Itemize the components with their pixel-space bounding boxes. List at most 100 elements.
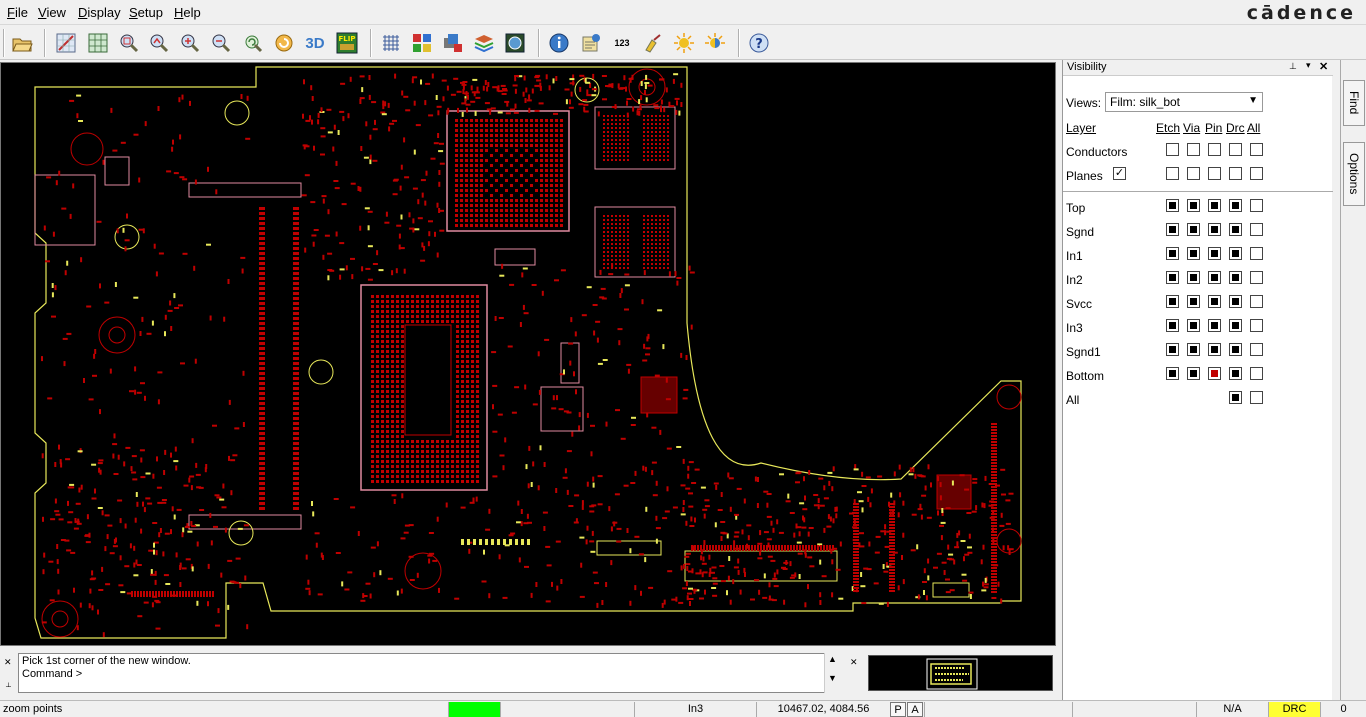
- layer-in2-checkbox-1[interactable]: [1187, 271, 1200, 284]
- layer-sgnd-checkbox-2[interactable]: [1208, 223, 1221, 236]
- console-scrollbar[interactable]: ▲ ▼: [824, 653, 840, 693]
- flip-icon[interactable]: FLIP: [334, 30, 360, 56]
- zoom-fit-icon[interactable]: [53, 30, 79, 56]
- layer-sgnd1-checkbox-4[interactable]: [1250, 343, 1263, 356]
- layer-bottom-checkbox-4[interactable]: [1250, 367, 1263, 380]
- layer-in1-checkbox-4[interactable]: [1250, 247, 1263, 260]
- zoom-window-icon[interactable]: [116, 30, 142, 56]
- layer-svcc-checkbox-3[interactable]: [1229, 295, 1242, 308]
- console-pin-icon[interactable]: ┴: [6, 684, 11, 691]
- menu-help[interactable]: Help: [174, 5, 201, 20]
- color-icon[interactable]: [409, 30, 435, 56]
- dropdown-icon[interactable]: ▾: [1306, 60, 1311, 71]
- conductors-checkbox-1[interactable]: [1187, 143, 1200, 156]
- scroll-up-icon[interactable]: ▲: [825, 653, 840, 666]
- status-p-button[interactable]: P: [890, 702, 906, 717]
- pcb-canvas[interactable]: [0, 62, 1056, 646]
- close-icon[interactable]: ✕: [1319, 60, 1328, 73]
- layer-bottom-checkbox-0[interactable]: [1166, 367, 1179, 380]
- layer-in3-checkbox-2[interactable]: [1208, 319, 1221, 332]
- open-icon[interactable]: [9, 30, 35, 56]
- layer-in2-checkbox-4[interactable]: [1250, 271, 1263, 284]
- zoom-in-icon[interactable]: [177, 30, 203, 56]
- via-header[interactable]: Via: [1183, 121, 1200, 135]
- measure-icon[interactable]: [578, 30, 604, 56]
- menu-file[interactable]: File: [7, 5, 28, 20]
- conductors-checkbox-2[interactable]: [1208, 143, 1221, 156]
- menu-setup[interactable]: Setup: [129, 5, 163, 20]
- zoom-prev-icon[interactable]: [146, 30, 172, 56]
- planes-checkbox-3[interactable]: [1229, 167, 1242, 180]
- numbers-icon[interactable]: 123: [609, 30, 635, 56]
- layer-in1-checkbox-1[interactable]: [1187, 247, 1200, 260]
- conductors-checkbox-0[interactable]: [1166, 143, 1179, 156]
- layer-sgnd1-checkbox-0[interactable]: [1166, 343, 1179, 356]
- menu-display[interactable]: Display: [78, 5, 121, 20]
- grid-icon[interactable]: [378, 30, 404, 56]
- layer-top-checkbox-2[interactable]: [1208, 199, 1221, 212]
- help-icon[interactable]: ?: [746, 30, 772, 56]
- layer-top-checkbox-1[interactable]: [1187, 199, 1200, 212]
- conductors-checkbox-4[interactable]: [1250, 143, 1263, 156]
- tab-find[interactable]: Find: [1343, 80, 1365, 126]
- planes-checkbox[interactable]: ✓: [1113, 167, 1126, 180]
- layer-top-checkbox-0[interactable]: [1166, 199, 1179, 212]
- layer-svcc-checkbox-2[interactable]: [1208, 295, 1221, 308]
- layer-in2-checkbox-0[interactable]: [1166, 271, 1179, 284]
- layer-in1-checkbox-3[interactable]: [1229, 247, 1242, 260]
- clean-icon[interactable]: [640, 30, 666, 56]
- info-icon[interactable]: [546, 30, 572, 56]
- layer-in2-checkbox-3[interactable]: [1229, 271, 1242, 284]
- layer-in3-checkbox-0[interactable]: [1166, 319, 1179, 332]
- worldview-close-icon[interactable]: ✕: [850, 657, 858, 668]
- pin-header[interactable]: Pin: [1205, 121, 1222, 135]
- planes-checkbox-2[interactable]: [1208, 167, 1221, 180]
- 3d-view-icon[interactable]: 3D: [302, 30, 328, 56]
- all-header[interactable]: All: [1247, 121, 1260, 135]
- tab-options[interactable]: Options: [1343, 142, 1365, 206]
- all-all-checkbox[interactable]: [1250, 391, 1263, 404]
- layer-in3-checkbox-4[interactable]: [1250, 319, 1263, 332]
- status-a-button[interactable]: A: [907, 702, 923, 717]
- planes-checkbox-0[interactable]: [1166, 167, 1179, 180]
- drc-header[interactable]: Drc: [1226, 121, 1245, 135]
- scroll-down-icon[interactable]: ▼: [825, 666, 840, 690]
- layer-svcc-checkbox-4[interactable]: [1250, 295, 1263, 308]
- layer-in2-checkbox-2[interactable]: [1208, 271, 1221, 284]
- layer-sgnd1-checkbox-3[interactable]: [1229, 343, 1242, 356]
- zoom-out-icon[interactable]: [208, 30, 234, 56]
- layer-top-checkbox-3[interactable]: [1229, 199, 1242, 212]
- layer-in3-checkbox-3[interactable]: [1229, 319, 1242, 332]
- all-drc-checkbox[interactable]: [1229, 391, 1242, 404]
- sun-icon[interactable]: [671, 30, 697, 56]
- layer-sgnd1-checkbox-2[interactable]: [1208, 343, 1221, 356]
- layer-in3-checkbox-1[interactable]: [1187, 319, 1200, 332]
- layer-sgnd-checkbox-0[interactable]: [1166, 223, 1179, 236]
- etch-header[interactable]: Etch: [1156, 121, 1180, 135]
- planes-checkbox-4[interactable]: [1250, 167, 1263, 180]
- layer-sgnd-checkbox-3[interactable]: [1229, 223, 1242, 236]
- zoom-grid-icon[interactable]: [85, 30, 111, 56]
- layer-in1-checkbox-0[interactable]: [1166, 247, 1179, 260]
- sun-half-icon[interactable]: [702, 30, 728, 56]
- planes-checkbox-1[interactable]: [1187, 167, 1200, 180]
- layer-top-checkbox-4[interactable]: [1250, 199, 1263, 212]
- layer-svcc-checkbox-0[interactable]: [1166, 295, 1179, 308]
- redraw-icon[interactable]: [271, 30, 297, 56]
- conductors-checkbox-3[interactable]: [1229, 143, 1242, 156]
- layer-header[interactable]: Layer: [1066, 121, 1096, 135]
- world-view-icon[interactable]: [502, 30, 528, 56]
- refresh-icon[interactable]: [240, 30, 266, 56]
- shadow-icon[interactable]: [440, 30, 466, 56]
- views-select[interactable]: Film: silk_bot ▼: [1105, 92, 1263, 112]
- layer-svcc-checkbox-1[interactable]: [1187, 295, 1200, 308]
- layer-bottom-checkbox-3[interactable]: [1229, 367, 1242, 380]
- pin-icon[interactable]: ⊥: [1289, 61, 1297, 72]
- console-close-icon[interactable]: ✕: [4, 657, 12, 668]
- layers-icon[interactable]: [471, 30, 497, 56]
- layer-sgnd-checkbox-1[interactable]: [1187, 223, 1200, 236]
- world-view-minimap[interactable]: [868, 655, 1053, 691]
- layer-bottom-checkbox-1[interactable]: [1187, 367, 1200, 380]
- layer-sgnd-checkbox-4[interactable]: [1250, 223, 1263, 236]
- status-drc[interactable]: DRC: [1268, 702, 1320, 717]
